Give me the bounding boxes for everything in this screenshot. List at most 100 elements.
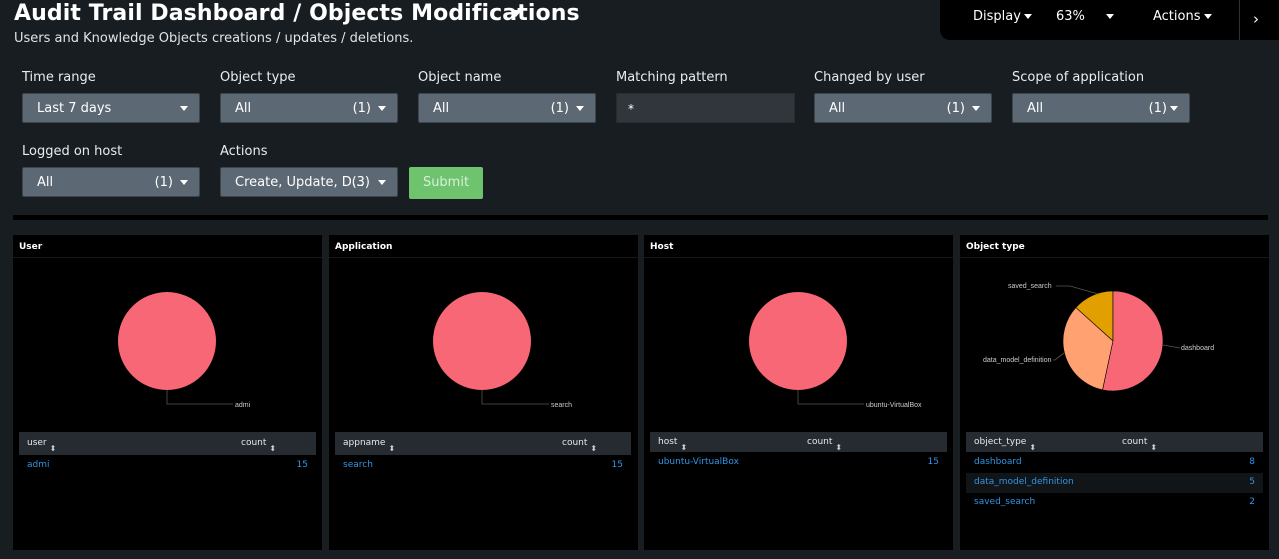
page-subtitle: Users and Knowledge Objects creations / … [14,31,414,46]
zoom-value: 63% [1056,9,1085,24]
cell-count[interactable]: 2 [1249,497,1255,507]
actions-menu[interactable]: Actions [1153,9,1212,24]
changed-by-user-count: (1) [946,101,965,116]
caret-down-icon [576,106,584,111]
cell-object-type[interactable]: saved_search [974,497,1035,507]
actions-filter-label: Actions [220,144,268,159]
dashboard-toolbar: Display 63% Actions › [940,0,1279,40]
leader-line [797,390,864,405]
panel-host: Host ubuntu-VirtualBox host ⬍ count ⬍ ubun… [644,235,953,550]
logged-on-host-dropdown[interactable]: All (1) [22,167,200,197]
cell-appname[interactable]: search [343,460,373,470]
scope-label: Scope of application [1012,70,1145,85]
sort-icon: ⬍ [49,444,57,453]
column-header-count[interactable]: count ⬍ [1122,437,1157,452]
matching-pattern-label: Matching pattern [616,70,728,85]
changed-by-user-dropdown[interactable]: All (1) [814,93,992,123]
leader-line [1162,344,1181,349]
object-type-count: (1) [352,101,371,116]
changed-by-user-label: Changed by user [814,70,925,85]
column-label: count [807,437,833,447]
user-pie-chart: admi [118,292,251,409]
table-header: host ⬍ count ⬍ [650,432,947,452]
object-name-label: Object name [418,70,502,85]
table-row[interactable]: admi 15 [19,456,316,476]
time-range-value: Last 7 days [37,101,112,116]
panel-title: Host [650,242,674,252]
cell-object-type[interactable]: dashboard [974,457,1022,467]
column-header-appname[interactable]: appname ⬍ [343,438,395,453]
column-header-count[interactable]: count ⬍ [241,438,276,453]
column-header-count[interactable]: count ⬍ [562,438,597,453]
caret-down-icon [378,106,386,111]
object-name-value: All [433,101,450,116]
sort-icon: ⬍ [269,444,277,453]
scope-value: All [1027,101,1044,116]
column-label: object_type [974,437,1027,447]
table-row[interactable]: dashboard 8 [966,453,1263,473]
cell-count[interactable]: 15 [297,460,308,470]
section-divider [13,215,1268,220]
actions-filter-dropdown[interactable]: Create, Update, D... (3) [220,167,398,197]
sort-icon: ⬍ [388,444,396,453]
leader-line [166,390,233,405]
pie-slice-admi[interactable] [118,292,216,390]
column-header-user[interactable]: user ⬍ [27,438,56,453]
column-label: user [27,438,47,448]
cell-count[interactable]: 5 [1249,477,1255,487]
scope-count: (1) [1148,101,1167,116]
panel-title: User [19,242,43,252]
column-header-count[interactable]: count ⬍ [807,437,842,452]
cell-count[interactable]: 15 [928,457,939,467]
zoom-menu[interactable] [1103,9,1114,24]
host-pie-chart: ubuntu-VirtualBox [749,292,922,409]
column-label: count [562,438,588,448]
actions-label: Actions [1153,9,1201,24]
display-label: Display [973,9,1021,24]
pie-slice-ubuntu-virtualbox[interactable] [749,292,847,390]
title-menu-caret-icon[interactable] [510,10,522,17]
panel-application: Application search appname ⬍ count ⬍ searc… [329,235,638,550]
object-name-dropdown[interactable]: All (1) [418,93,596,123]
matching-pattern-input[interactable]: * [616,93,795,123]
object-name-count: (1) [550,101,569,116]
caret-down-icon [1023,14,1032,19]
cell-host[interactable]: ubuntu-VirtualBox [658,457,739,467]
column-header-object-type[interactable]: object_type ⬍ [974,437,1036,452]
column-label: appname [343,438,386,448]
display-menu[interactable]: Display [973,9,1032,24]
cell-object-type[interactable]: data_model_definition [974,477,1074,487]
panel-title: Object type [966,242,1025,252]
toolbar-divider [1239,0,1240,40]
table-row[interactable]: data_model_definition 5 [966,473,1263,493]
cell-user[interactable]: admi [27,460,50,470]
column-header-host[interactable]: host ⬍ [658,437,687,452]
sort-icon: ⬍ [835,443,843,452]
table-row[interactable]: ubuntu-VirtualBox 15 [650,453,947,473]
caret-down-icon [180,180,188,185]
pie-slice-search[interactable] [433,292,531,390]
logged-on-host-value: All [37,175,54,190]
cell-count[interactable]: 15 [612,460,623,470]
application-pie-chart: search [433,292,572,409]
table-header: object_type ⬍ count ⬍ [966,432,1263,452]
time-range-label: Time range [22,70,96,85]
chevron-right-icon[interactable]: › [1253,10,1259,28]
table-row[interactable]: search 15 [335,456,631,476]
changed-by-user-value: All [829,101,846,116]
table-row[interactable]: saved_search 2 [966,493,1263,513]
object-type-dropdown[interactable]: All (1) [220,93,398,123]
sort-icon: ⬍ [1150,443,1158,452]
caret-down-icon [972,106,980,111]
object-type-label: Object type [220,70,296,85]
sort-icon: ⬍ [590,444,598,453]
submit-button[interactable]: Submit [409,167,483,199]
column-label: count [1122,437,1148,447]
caret-down-icon [1170,106,1178,111]
scope-dropdown[interactable]: All (1) [1012,93,1190,123]
pie-label-data-model-definition: data_model_definition [983,357,1052,364]
table-header: user ⬍ count ⬍ [19,432,316,455]
logged-on-host-label: Logged on host [22,144,123,159]
time-range-dropdown[interactable]: Last 7 days [22,93,200,123]
cell-count[interactable]: 8 [1249,457,1255,467]
